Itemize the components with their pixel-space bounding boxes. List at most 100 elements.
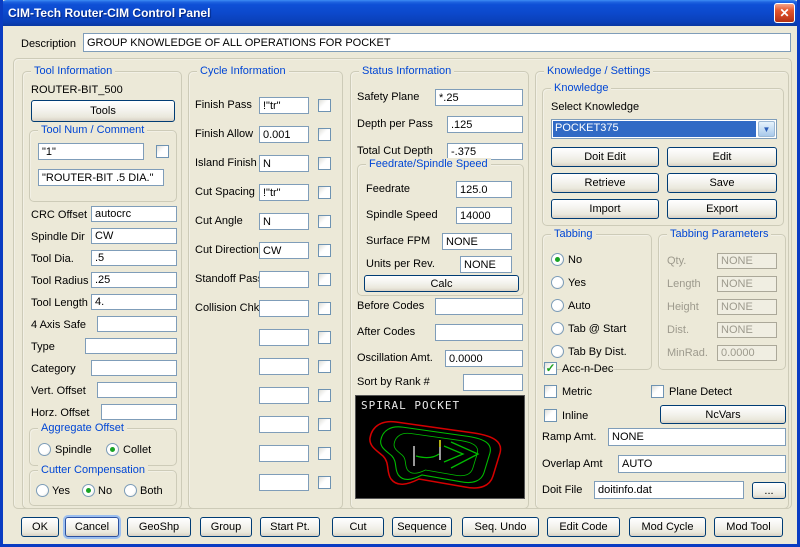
export-button[interactable]: Export xyxy=(667,199,777,219)
finish-pass-checkbox[interactable] xyxy=(318,99,331,112)
cycle-extra-input-5[interactable] xyxy=(259,445,309,462)
overlap-amt-input[interactable] xyxy=(618,455,786,473)
doit-edit-button[interactable]: Doit Edit xyxy=(551,147,659,167)
axis-safe-input[interactable] xyxy=(97,316,177,332)
tool-length-input[interactable] xyxy=(91,294,177,310)
depth-per-pass-input[interactable] xyxy=(447,116,523,133)
finish-pass-input[interactable] xyxy=(259,97,309,114)
finish-allow-checkbox[interactable] xyxy=(318,128,331,141)
acc-n-dec-checkbox[interactable]: ✓ xyxy=(544,362,557,375)
safety-plane-input[interactable] xyxy=(435,89,523,106)
ncvars-button[interactable]: NcVars xyxy=(660,405,786,424)
tabbing-no-radio[interactable] xyxy=(551,253,564,266)
cycle-extra-checkbox-1[interactable] xyxy=(318,331,331,344)
cut-direction-checkbox[interactable] xyxy=(318,244,331,257)
cycle-extra-checkbox-6[interactable] xyxy=(318,476,331,489)
tools-button[interactable]: Tools xyxy=(31,100,175,122)
comp-no-radio[interactable] xyxy=(82,484,95,497)
cut-button[interactable]: Cut xyxy=(332,517,384,537)
tabbing-tab-by-dist-radio[interactable] xyxy=(551,345,564,358)
cancel-button[interactable]: Cancel xyxy=(65,517,119,537)
edit-code-button[interactable]: Edit Code xyxy=(547,517,620,537)
crc-offset-label: CRC Offset xyxy=(31,209,88,221)
spindle-speed-input[interactable] xyxy=(456,207,512,224)
spindle-dir-input[interactable] xyxy=(91,228,177,244)
cycle-extra-checkbox-2[interactable] xyxy=(318,360,331,373)
seq-undo-button[interactable]: Seq. Undo xyxy=(462,517,539,537)
cutter-compensation-group: Cutter Compensation Yes No Both xyxy=(29,464,177,506)
comp-both-radio[interactable] xyxy=(124,484,137,497)
cut-angle-input[interactable] xyxy=(259,213,309,230)
ok-button[interactable]: OK xyxy=(21,517,59,537)
sort-by-rank-input[interactable] xyxy=(463,374,523,391)
cycle-extra-input-4[interactable] xyxy=(259,416,309,433)
standoff-pass-checkbox[interactable] xyxy=(318,273,331,286)
island-finish-checkbox[interactable] xyxy=(318,157,331,170)
calc-button[interactable]: Calc xyxy=(364,275,519,292)
browse-doit-file-button[interactable]: ... xyxy=(752,482,786,499)
cycle-extra-input-3[interactable] xyxy=(259,387,309,404)
cycle-extra-input-1[interactable] xyxy=(259,329,309,346)
cycle-information-group: Cycle Information Finish Pass Finish All… xyxy=(188,65,343,509)
standoff-pass-input[interactable] xyxy=(259,271,309,288)
comp-yes-label: Yes xyxy=(52,485,70,497)
cycle-extra-checkbox-4[interactable] xyxy=(318,418,331,431)
tool-radius-input[interactable] xyxy=(91,272,177,288)
collision-chk-input[interactable] xyxy=(259,300,309,317)
comp-yes-radio[interactable] xyxy=(36,484,49,497)
metric-checkbox[interactable] xyxy=(544,385,557,398)
surface-fpm-input[interactable] xyxy=(442,233,512,250)
edit-button[interactable]: Edit xyxy=(667,147,777,167)
collet-radio[interactable] xyxy=(106,443,119,456)
group-button[interactable]: Group xyxy=(200,517,252,537)
close-button[interactable]: ✕ xyxy=(774,3,795,23)
cut-direction-input[interactable] xyxy=(259,242,309,259)
island-finish-input[interactable] xyxy=(259,155,309,172)
plane-detect-checkbox[interactable] xyxy=(651,385,664,398)
select-knowledge-dropdown[interactable]: POCKET375 ▼ xyxy=(551,119,777,139)
retrieve-button[interactable]: Retrieve xyxy=(551,173,659,193)
description-input[interactable] xyxy=(83,33,791,52)
type-input[interactable] xyxy=(85,338,177,354)
horz-offset-input[interactable] xyxy=(101,404,177,420)
cycle-extra-checkbox-5[interactable] xyxy=(318,447,331,460)
inline-checkbox[interactable] xyxy=(544,409,557,422)
feedrate-input[interactable] xyxy=(456,181,512,198)
dropdown-arrow-button[interactable]: ▼ xyxy=(758,121,775,137)
save-button[interactable]: Save xyxy=(667,173,777,193)
oscillation-amt-input[interactable] xyxy=(445,350,523,367)
tabbing-yes-radio[interactable] xyxy=(551,276,564,289)
geoshp-button[interactable]: GeoShp xyxy=(127,517,191,537)
spindle-radio[interactable] xyxy=(38,443,51,456)
dist-input xyxy=(717,322,777,338)
cut-spacing-input[interactable] xyxy=(259,184,309,201)
vert-offset-input[interactable] xyxy=(97,382,177,398)
doit-file-input[interactable] xyxy=(594,481,744,499)
crc-offset-input[interactable] xyxy=(91,206,177,222)
cut-angle-checkbox[interactable] xyxy=(318,215,331,228)
mod-tool-button[interactable]: Mod Tool xyxy=(714,517,783,537)
cut-spacing-checkbox[interactable] xyxy=(318,186,331,199)
tool-dia-input[interactable] xyxy=(91,250,177,266)
tool-num-checkbox[interactable] xyxy=(156,145,169,158)
tabbing-tab-at-start-radio[interactable] xyxy=(551,322,564,335)
cycle-extra-checkbox-3[interactable] xyxy=(318,389,331,402)
sequence-button[interactable]: Sequence xyxy=(392,517,452,537)
units-per-rev-input[interactable] xyxy=(460,256,512,273)
mod-cycle-button[interactable]: Mod Cycle xyxy=(629,517,706,537)
before-codes-input[interactable] xyxy=(435,298,523,315)
ramp-amt-input[interactable] xyxy=(608,428,786,446)
tabbing-auto-radio[interactable] xyxy=(551,299,564,312)
tool-num-input[interactable] xyxy=(38,143,144,160)
collision-chk-checkbox[interactable] xyxy=(318,302,331,315)
finish-allow-input[interactable] xyxy=(259,126,309,143)
start-pt-button[interactable]: Start Pt. xyxy=(260,517,320,537)
cycle-extra-input-2[interactable] xyxy=(259,358,309,375)
import-button[interactable]: Import xyxy=(551,199,659,219)
tool-comment-input[interactable] xyxy=(38,169,164,186)
cycle-information-title: Cycle Information xyxy=(197,65,289,77)
cycle-extra-input-6[interactable] xyxy=(259,474,309,491)
category-input[interactable] xyxy=(91,360,177,376)
after-codes-input[interactable] xyxy=(435,324,523,341)
dialog-body: Description Tool Information ROUTER-BIT_… xyxy=(3,26,797,544)
